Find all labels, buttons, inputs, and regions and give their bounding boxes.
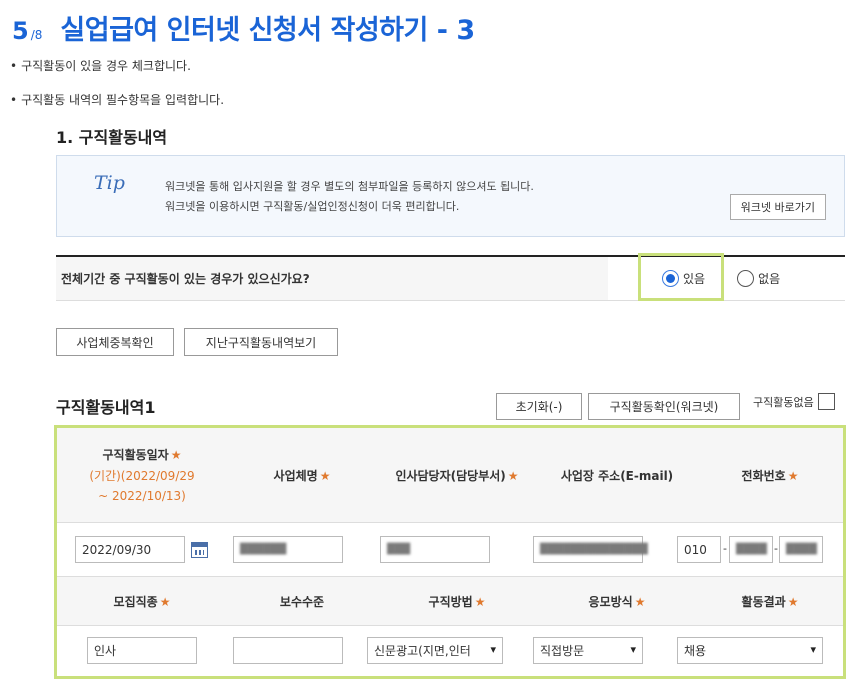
header-row-1: 구직활동일자 ★ (기간)(2022/09/29 ~ 2022/10/13) 사업… (57, 428, 843, 523)
activity-question-row: 전체기간 중 구직활동이 있는 경우가 있으신가요? 있음 없음 (56, 255, 845, 301)
required-mark: ★ (787, 594, 799, 609)
no-activity-toggle[interactable]: 구직활동없음 (753, 393, 835, 410)
activity-title: 구직활동내역1 (56, 398, 156, 417)
date-header-label: 구직활동일자 (102, 448, 169, 462)
salary-header-label: 보수수준 (279, 594, 325, 609)
position-header: 모집직종 ★ (57, 577, 227, 625)
apply-method-header-label: 응모방식 (588, 594, 633, 609)
company-value: ██████ (240, 544, 287, 555)
past-history-button[interactable]: 지난구직활동내역보기 (184, 328, 338, 356)
position-header-label: 모집직종 (113, 594, 158, 609)
step-total: /8 (30, 28, 43, 42)
tip-label: Tip (94, 172, 125, 194)
date-header: 구직활동일자 ★ (기간)(2022/09/29 ~ 2022/10/13) (57, 428, 227, 522)
instruction-2: 구직활동 내역의 필수항목을 입력합니다. (10, 91, 224, 108)
company-header-label: 사업체명 (273, 468, 318, 483)
address-header: 사업장 주소(E-mail) (537, 428, 697, 522)
period-line-2: ~ 2022/10/13) (98, 489, 186, 503)
address-value: ██████████████ (540, 544, 648, 555)
radio-highlight-frame (638, 253, 724, 301)
tip-line-1: 워크넷을 통해 입사지원을 할 경우 별도의 첨부파일을 등록하지 않으셔도 됩… (165, 180, 534, 193)
position-input[interactable]: 인사 (87, 637, 197, 664)
radio-no-label: 없음 (758, 272, 781, 286)
date-input[interactable]: 2022/09/30 (75, 536, 185, 563)
no-activity-label: 구직활동없음 (753, 395, 814, 409)
worknet-confirm-button[interactable]: 구직활동확인(워크넷) (588, 393, 740, 420)
calendar-icon[interactable] (191, 542, 208, 558)
radio-no[interactable]: 없음 (737, 270, 780, 287)
required-mark: ★ (159, 594, 171, 609)
company-input[interactable]: ██████ (233, 536, 343, 563)
phone-dash: - (774, 542, 778, 555)
result-select-value: 채용 (684, 644, 707, 658)
required-mark: ★ (634, 594, 646, 609)
phone-dash: - (723, 542, 727, 555)
no-activity-checkbox[interactable] (817, 393, 835, 410)
apply-method-select-value: 직접방문 (540, 644, 585, 658)
result-header-label: 활동결과 (741, 594, 786, 609)
step-header: 5 /8 실업급여 인터넷 신청서 작성하기 - 3 (12, 8, 475, 47)
address-input[interactable]: ██████████████ (533, 536, 648, 563)
method-select-value: 신문광고(지면,인터 (374, 644, 471, 658)
required-mark: ★ (787, 468, 799, 483)
salary-header: 보수수준 (227, 577, 377, 625)
required-mark: ★ (319, 468, 331, 483)
phone-header-label: 전화번호 (741, 468, 786, 483)
method-select[interactable]: 신문광고(지면,인터 ▾ (367, 637, 503, 664)
phone-middle-input[interactable]: ████ (729, 536, 773, 563)
apply-method-header: 응모방식 ★ (537, 577, 697, 625)
salary-input[interactable] (233, 637, 343, 664)
company-header: 사업체명 ★ (227, 428, 377, 522)
method-header-label: 구직방법 (428, 594, 473, 609)
result-select[interactable]: 채용 ▾ (677, 637, 823, 664)
required-mark: ★ (507, 468, 519, 483)
phone-last-input[interactable]: ████ (779, 536, 823, 563)
worknet-shortcut-button[interactable]: 워크넷 바로가기 (729, 194, 826, 220)
section-title: 1. 구직활동내역 (56, 128, 168, 147)
hr-manager-header: 인사담당자(담당부서) ★ (377, 428, 537, 522)
phone-middle-value: ████ (736, 544, 767, 555)
step-number: 5 (12, 17, 29, 45)
radio-no-circle[interactable] (737, 270, 755, 287)
phone-prefix-input[interactable]: 010 (677, 536, 721, 563)
chevron-down-icon: ▾ (810, 643, 816, 656)
instruction-1: 구직활동이 있을 경우 체크합니다. (10, 57, 191, 74)
phone-header: 전화번호 ★ (697, 428, 843, 522)
hr-manager-value: ███ (387, 544, 411, 555)
chevron-down-icon: ▾ (490, 643, 496, 656)
tip-line-2: 워크넷을 이용하시면 구직활동/실업인정신청이 더욱 편리합니다. (165, 200, 460, 213)
result-header: 활동결과 ★ (697, 577, 843, 625)
page-title: 실업급여 인터넷 신청서 작성하기 - 3 (60, 15, 475, 46)
reset-button[interactable]: 초기화(-) (496, 393, 582, 420)
input-row-2: 인사 신문광고(지면,인터 ▾ 직접방문 ▾ 채용 ▾ (57, 626, 843, 676)
activity-form-grid: 구직활동일자 ★ (기간)(2022/09/29 ~ 2022/10/13) 사업… (54, 425, 846, 679)
address-header-label: 사업장 주소(E-mail) (560, 468, 674, 483)
header-row-2: 모집직종 ★ 보수수준 구직방법 ★ 응모방식 ★ 활동결과 ★ (57, 576, 843, 626)
apply-method-select[interactable]: 직접방문 ▾ (533, 637, 643, 664)
required-mark: ★ (170, 448, 182, 462)
tip-box: Tip 워크넷을 통해 입사지원을 할 경우 별도의 첨부파일을 등록하지 않으… (56, 155, 845, 237)
chevron-down-icon: ▾ (630, 643, 636, 656)
phone-last-value: ████ (786, 544, 817, 555)
period-line-1: (기간)(2022/09/29 (89, 469, 195, 483)
method-header: 구직방법 ★ (377, 577, 537, 625)
hr-manager-input[interactable]: ███ (380, 536, 490, 563)
required-mark: ★ (474, 594, 486, 609)
hr-manager-header-label: 인사담당자(담당부서) (395, 468, 506, 483)
duplicate-check-button[interactable]: 사업체중복확인 (56, 328, 174, 356)
input-row-1: 2022/09/30 ██████ ███ ██████████████ 010… (57, 523, 843, 576)
activity-question: 전체기간 중 구직활동이 있는 경우가 있으신가요? (56, 257, 608, 300)
